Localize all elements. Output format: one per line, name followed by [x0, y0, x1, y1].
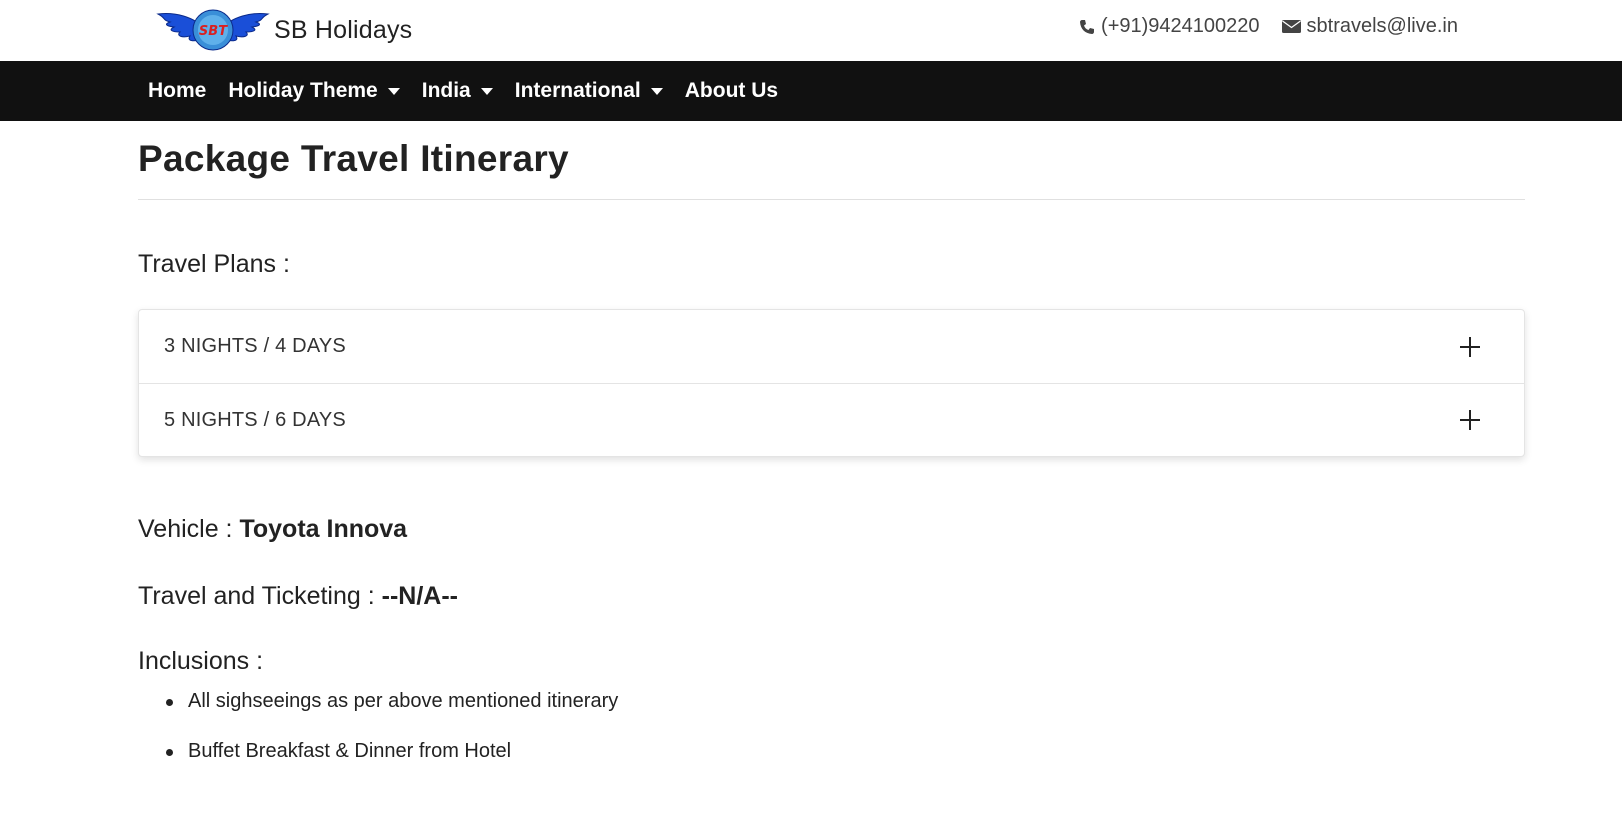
envelope-icon: [1281, 20, 1301, 33]
top-header: SBT SB Holidays (+91)9424100220 sbtravel…: [0, 0, 1622, 61]
vehicle-label: Vehicle :: [138, 515, 233, 543]
ticketing-info: Travel and Ticketing : --N/A--: [138, 582, 1525, 611]
inclusion-text: Buffet Breakfast & Dinner from Hotel: [188, 740, 512, 762]
main-content: Package Travel Itinerary Travel Plans : …: [138, 121, 1525, 790]
phone-icon: [1080, 19, 1095, 34]
phone-contact[interactable]: (+91)9424100220: [1079, 15, 1260, 38]
nav-menu: Home Holiday Theme India International A…: [148, 61, 800, 121]
email-address: sbtravels@live.in: [1306, 15, 1458, 37]
ticketing-label: Travel and Ticketing :: [138, 582, 375, 610]
brand-logo[interactable]: SBT: [156, 8, 270, 52]
nav-item-holiday-theme[interactable]: Holiday Theme: [228, 79, 400, 103]
nav-item-label: About Us: [684, 79, 779, 102]
brand-logo-text: SBT: [199, 24, 228, 39]
list-item: All sighseeings as per above mentioned i…: [166, 690, 1525, 740]
bullet-icon: [166, 749, 173, 756]
nav-item-label: Home: [148, 79, 207, 102]
main-navbar: Home Holiday Theme India International A…: [0, 61, 1622, 121]
bullet-icon: [166, 699, 173, 706]
ticketing-value: --N/A--: [381, 582, 458, 610]
nav-item-international[interactable]: International: [515, 79, 663, 103]
contact-info: (+91)9424100220 sbtravels@live.in: [1057, 15, 1458, 38]
nav-item-label: International: [514, 79, 641, 102]
phone-number: (+91)9424100220: [1101, 15, 1260, 37]
plus-icon[interactable]: [1460, 410, 1480, 430]
inclusions-list: All sighseeings as per above mentioned i…: [138, 690, 1525, 790]
vehicle-info: Vehicle : Toyota Innova: [138, 515, 1525, 544]
nav-item-india[interactable]: India: [422, 79, 493, 103]
nav-item-label: Holiday Theme: [228, 79, 378, 102]
accordion-item-title: 3 NIGHTS / 4 DAYS: [164, 335, 346, 357]
brand[interactable]: SBT SB Holidays: [156, 8, 412, 52]
nav-item-label: India: [421, 79, 471, 102]
email-contact[interactable]: sbtravels@live.in: [1281, 15, 1458, 38]
caret-down-icon: [387, 87, 400, 95]
accordion-item-5-nights[interactable]: 5 NIGHTS / 6 DAYS: [139, 383, 1524, 456]
plus-icon[interactable]: [1460, 336, 1480, 357]
list-item: Buffet Breakfast & Dinner from Hotel: [166, 740, 1525, 790]
vehicle-value: Toyota Innova: [239, 515, 408, 543]
accordion-item-title: 5 NIGHTS / 6 DAYS: [164, 408, 346, 431]
brand-name[interactable]: SB Holidays: [274, 16, 412, 45]
inclusions-label: Inclusions :: [138, 647, 264, 675]
caret-down-icon: [480, 87, 493, 95]
title-divider: [138, 199, 1525, 200]
page-title: Package Travel Itinerary: [138, 138, 569, 179]
nav-item-home[interactable]: Home: [148, 79, 206, 103]
caret-down-icon: [650, 87, 663, 95]
inclusion-text: All sighseeings as per above mentioned i…: [188, 690, 619, 712]
nav-item-about-us[interactable]: About Us: [685, 79, 778, 103]
travel-plans-label: Travel Plans :: [138, 250, 290, 278]
travel-plans-accordion: 3 NIGHTS / 4 DAYS 5 NIGHTS / 6 DAYS: [138, 309, 1525, 457]
accordion-item-3-nights[interactable]: 3 NIGHTS / 4 DAYS: [139, 310, 1524, 383]
